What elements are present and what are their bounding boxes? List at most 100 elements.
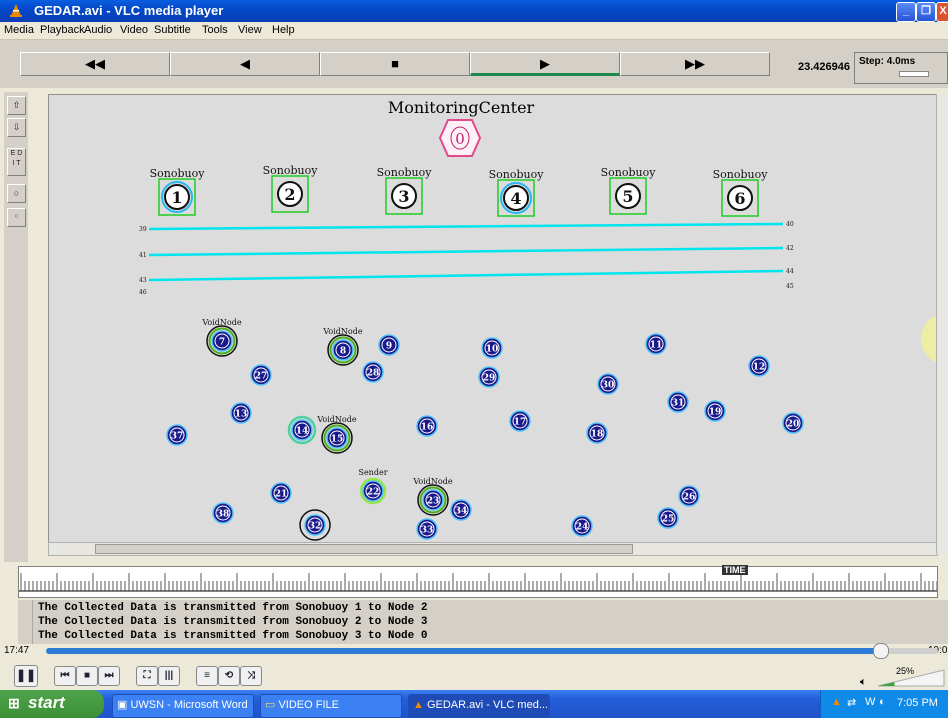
speaker-icon[interactable]: 🔈︎ (860, 676, 867, 689)
sonobuoy-5[interactable]: Sonobuoy 5 (601, 166, 657, 215)
task-word[interactable]: ▣ UWSN - Microsoft Word (112, 694, 254, 718)
node-32[interactable]: 32 (299, 509, 331, 541)
menu-help[interactable]: Help (272, 24, 295, 36)
node-31[interactable]: 31 (667, 391, 689, 413)
canvas-vscrollbar[interactable] (936, 94, 948, 554)
node-16[interactable]: 16 (416, 415, 438, 437)
node-33[interactable]: 33 (416, 518, 438, 540)
pause-icon[interactable]: ❚❚ (14, 665, 38, 687)
vlc-cone-icon (10, 4, 22, 17)
menu-video[interactable]: Video (120, 24, 148, 36)
seek-bar-played[interactable] (46, 648, 881, 654)
zoom-in-icon[interactable]: ⇧ (7, 96, 26, 115)
step-label: Step: 4.0ms (859, 56, 916, 67)
rewind-button[interactable]: ◀◀ (20, 52, 170, 76)
log-scrollbar[interactable] (20, 600, 33, 644)
node-21[interactable]: 21 (270, 482, 292, 504)
play-back-button[interactable]: ◀ (170, 52, 320, 76)
node-label: VoidNode (322, 327, 362, 336)
node-8[interactable]: 8 VoidNode (322, 327, 363, 366)
node-13[interactable]: 13 (230, 402, 252, 424)
maximize-button[interactable]: ❐ (916, 2, 936, 22)
loop-icon[interactable]: ⟲ (218, 666, 240, 686)
node-9[interactable]: 9 (378, 334, 400, 356)
previous-icon[interactable]: ⏮ (54, 666, 76, 686)
monitoring-center-node[interactable]: 0 (438, 119, 482, 157)
small-node-tool-icon[interactable]: ○ (7, 208, 26, 227)
minimize-button[interactable]: _ (896, 2, 916, 22)
stop-icon[interactable]: ■ (76, 666, 98, 686)
tray-word-icon[interactable]: W (865, 696, 875, 708)
zoom-out-icon[interactable]: ⇩ (7, 118, 26, 137)
playlist-icon[interactable]: ≡ (196, 666, 218, 686)
menu-view[interactable]: View (238, 24, 262, 36)
node-24[interactable]: 24 (571, 515, 593, 537)
node-38[interactable]: 38 (212, 502, 234, 524)
node-14[interactable]: 14 (287, 415, 317, 445)
stop-button[interactable]: ■ (320, 52, 470, 76)
shuffle-icon[interactable]: ⤨ (240, 666, 262, 686)
sonobuoy-label: Sonobuoy (377, 166, 433, 179)
play-forward-button[interactable]: ▶ (470, 52, 620, 76)
node-28[interactable]: 28 (362, 361, 384, 383)
node-id: 14 (296, 427, 309, 437)
sonobuoy-id: 1 (171, 188, 182, 207)
menu-audio[interactable]: Audio (84, 24, 112, 36)
node-23[interactable]: 23 VoidNode (412, 477, 453, 516)
node-27[interactable]: 27 (250, 364, 272, 386)
node-7[interactable]: 7 VoidNode (201, 318, 242, 357)
equalizer-icon[interactable]: ||| (158, 666, 180, 686)
node-id: 20 (787, 420, 800, 430)
start-button[interactable]: ⊞ start (0, 690, 104, 718)
link-right-id: 42 (786, 245, 794, 252)
tray-app-icon[interactable]: ◐ (879, 696, 886, 708)
timeline-ruler[interactable] (18, 566, 938, 598)
node-tool-icon[interactable]: ○ (7, 184, 26, 203)
node-37[interactable]: 37 (166, 424, 188, 446)
next-icon[interactable]: ⏭ (98, 666, 120, 686)
elapsed-time: 17:47 (4, 645, 30, 656)
nam-toolbox: ⇧ ⇩ E D I T ○ ○ (4, 92, 28, 562)
node-18[interactable]: 18 (586, 422, 608, 444)
hscroll-thumb[interactable] (95, 544, 633, 554)
sonobuoy-1[interactable]: Sonobuoy 1 (150, 167, 206, 216)
node-20[interactable]: 20 (782, 412, 804, 434)
fullscreen-icon[interactable]: ⛶ (136, 666, 158, 686)
step-control[interactable]: Step: 4.0ms (854, 52, 948, 84)
sonobuoy-2[interactable]: Sonobuoy 2 (263, 164, 319, 213)
node-11[interactable]: 11 (645, 333, 667, 355)
link-right-id: 44 (786, 268, 794, 275)
volume-slider[interactable]: 25% (874, 666, 946, 688)
menu-subtitle[interactable]: Subtitle (154, 24, 191, 36)
node-29[interactable]: 29 (478, 366, 500, 388)
close-button[interactable]: X (936, 2, 948, 22)
simulation-canvas[interactable]: MonitoringCenter 0 Sonobuoy 1 Sonobuoy 2 Son… (48, 94, 938, 544)
menu-media[interactable]: Media (4, 24, 34, 36)
node-17[interactable]: 17 (509, 410, 531, 432)
node-34[interactable]: 34 (450, 499, 472, 521)
node-12[interactable]: 12 (748, 355, 770, 377)
tray-vlc-icon[interactable]: ▲ (831, 696, 842, 708)
node-19[interactable]: 19 (704, 400, 726, 422)
seek-bar-remaining[interactable] (881, 648, 938, 654)
tray-network-icon[interactable]: ⇄ (847, 696, 856, 709)
link-line: 43 44 (139, 268, 794, 284)
sonobuoy-4[interactable]: Sonobuoy 4 (489, 168, 545, 217)
step-slider[interactable] (899, 71, 929, 77)
sonobuoy-6[interactable]: Sonobuoy 6 (713, 168, 769, 217)
task-vlc[interactable]: ▲ GEDAR.avi - VLC med... (408, 694, 550, 718)
node-25[interactable]: 25 (657, 507, 679, 529)
node-15[interactable]: 15 VoidNode (316, 415, 357, 454)
fast-forward-button[interactable]: ▶▶ (620, 52, 770, 76)
node-26[interactable]: 26 (678, 485, 700, 507)
sonobuoy-3[interactable]: Sonobuoy 3 (377, 166, 433, 215)
node-22[interactable]: 22 Sender (358, 468, 388, 505)
node-10[interactable]: 10 (481, 337, 503, 359)
edit-button[interactable]: E D I T (7, 148, 26, 176)
sonobuoy-id: 6 (734, 189, 745, 208)
seek-knob[interactable] (873, 643, 889, 659)
node-30[interactable]: 30 (597, 373, 619, 395)
menu-playback[interactable]: Playback (40, 24, 85, 36)
task-video-file[interactable]: ▭ VIDEO FILE (260, 694, 402, 718)
menu-tools[interactable]: Tools (202, 24, 228, 36)
